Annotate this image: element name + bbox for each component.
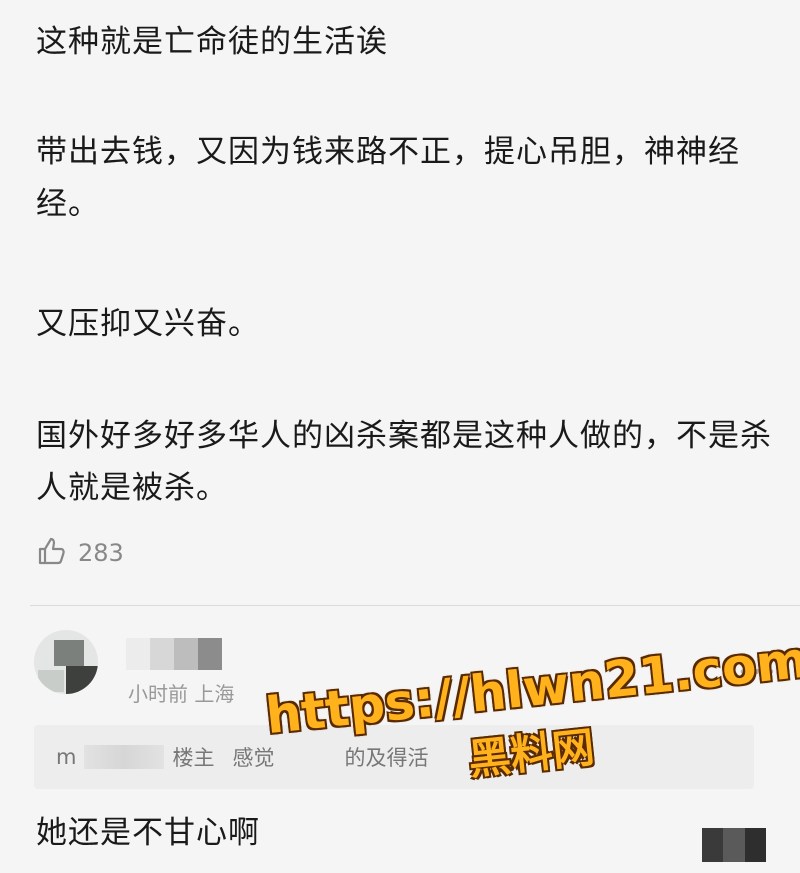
comment-paragraph: 国外好多好多华人的凶杀案都是这种人做的，不是杀人就是被杀。 (36, 418, 772, 506)
quote-text-tail: 的及得活 (344, 746, 429, 770)
redacted-block (702, 828, 766, 862)
avatar[interactable] (34, 630, 98, 694)
username-redacted[interactable] (126, 638, 222, 670)
reply-meta: 小时前 上海 (128, 682, 235, 706)
owner-badge: 楼主 (172, 746, 215, 770)
comment-paragraph: 带出去钱，又因为钱来路不正，提心吊胆，神神经经。 (36, 134, 740, 222)
quote-text: 感觉 (232, 746, 275, 770)
comment-paragraph: 这种就是亡命徒的生活诶 (36, 24, 388, 60)
quote-username: m (56, 745, 77, 769)
reply-text: 她还是不甘心啊 (36, 815, 260, 851)
like-button[interactable]: 283 (36, 533, 124, 573)
quote-username-redacted (84, 745, 165, 769)
divider (30, 605, 800, 606)
more-options-icon[interactable]: ••• (738, 662, 779, 683)
quoted-comment[interactable]: m 楼主 感觉 的及得活 (34, 725, 754, 789)
thumbs-up-icon (36, 535, 68, 571)
like-count: 283 (78, 539, 124, 567)
comment-paragraph: 又压抑又兴奋。 (36, 306, 260, 342)
